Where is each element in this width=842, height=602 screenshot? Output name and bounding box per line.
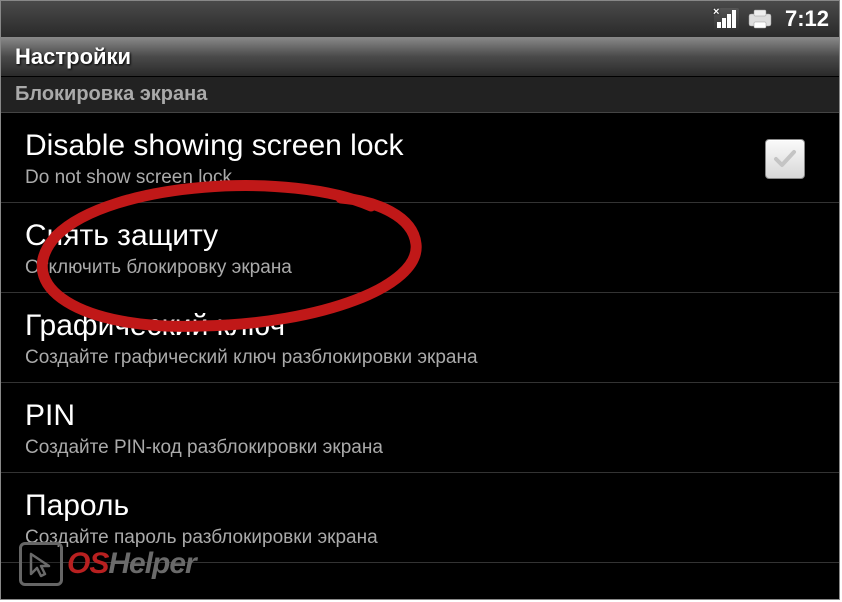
checkmark-icon [771,145,799,173]
item-title: PIN [25,399,825,433]
page-title: Настройки [15,44,131,70]
phone-frame: × 7:12 Настройки Блокировка экрана Disab [0,0,840,600]
item-pin[interactable]: PIN Создайте PIN-код разблокировки экран… [1,383,839,473]
checkbox-disable-lock[interactable] [765,139,805,179]
debug-icon [747,8,773,30]
item-subtitle: Создайте PIN-код разблокировки экрана [25,437,825,459]
item-disable-lock[interactable]: Disable showing screen lock Do not show … [1,113,839,203]
signal-icon: × [714,8,739,30]
section-header-text: Блокировка экрана [15,83,207,105]
item-subtitle: Отключить блокировку экрана [25,257,825,279]
item-subtitle: Создайте графический ключ разблокировки … [25,347,825,369]
item-subtitle: Создайте пароль разблокировки экрана [25,527,825,549]
item-remove-protection[interactable]: Снять защиту Отключить блокировку экрана [1,203,839,293]
item-pattern[interactable]: Графический ключ Создайте графический кл… [1,293,839,383]
item-title: Графический ключ [25,309,825,343]
status-time: 7:12 [785,6,829,32]
settings-list: Disable showing screen lock Do not show … [1,113,839,563]
item-title: Disable showing screen lock [25,129,765,163]
section-header: Блокировка экрана [1,77,839,113]
title-bar: Настройки [1,37,839,77]
item-title: Снять защиту [25,219,825,253]
item-password[interactable]: Пароль Создайте пароль разблокировки экр… [1,473,839,563]
item-title: Пароль [25,489,825,523]
status-bar: × 7:12 [1,1,839,37]
item-subtitle: Do not show screen lock [25,167,765,189]
